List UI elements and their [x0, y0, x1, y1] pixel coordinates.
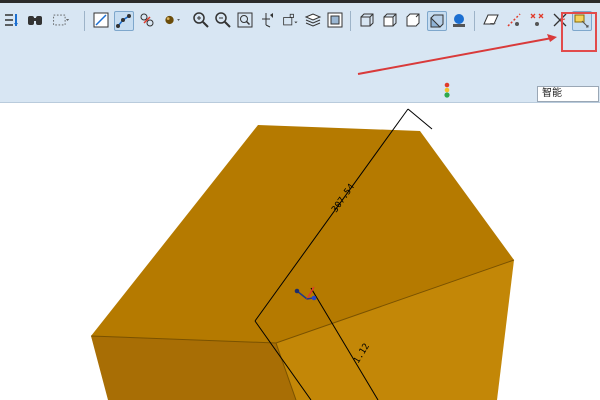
graphics-viewport[interactable]: 307.54 1.12 [0, 103, 600, 400]
selection-filter-select[interactable]: 智能 [537, 86, 599, 102]
model-3d-view[interactable]: 307.54 1.12 [0, 103, 600, 400]
dimension-extension-line [407, 108, 433, 130]
csys-point [311, 295, 317, 301]
toolbar-area: 智能 [0, 3, 600, 103]
annotation-arrow [357, 34, 557, 75]
block-left-face [91, 336, 296, 400]
traffic-light-icon[interactable] [440, 82, 454, 100]
csys-point [294, 288, 300, 294]
